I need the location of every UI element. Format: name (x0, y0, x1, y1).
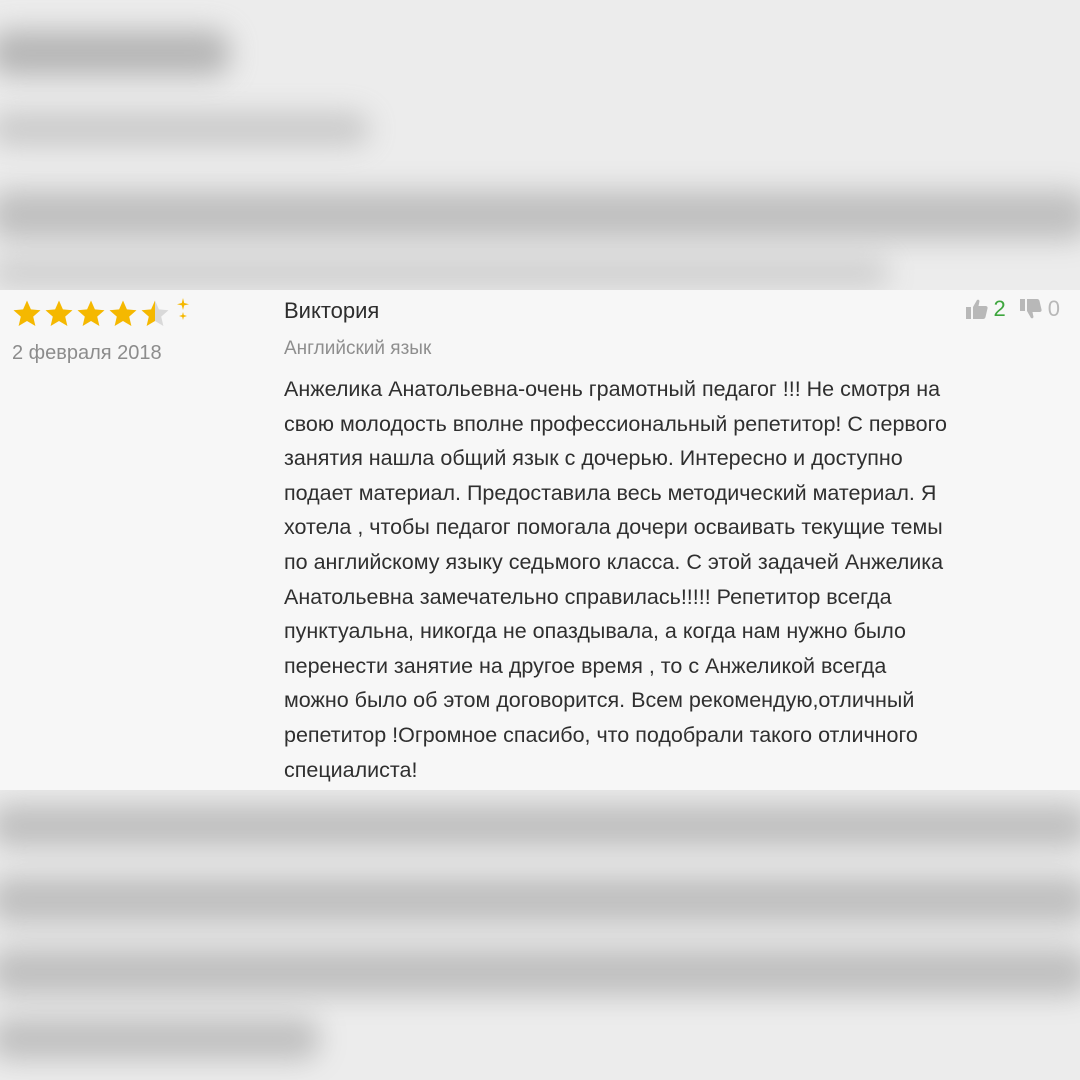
sparkle-icon (176, 298, 190, 322)
rating-stars (12, 296, 172, 332)
review-text-line: занятия нашла общий язык с дочерью. Инте… (284, 446, 903, 471)
star-icon (108, 299, 138, 329)
review-text: Анжелика Анатольевна-очень грамотный пед… (284, 372, 1070, 787)
thumbs-down-icon (1019, 299, 1042, 319)
blurred-next-content (0, 790, 1080, 1080)
review-text-line: подает материал. Предоставила весь метод… (284, 480, 937, 505)
likes-count: 2 (993, 296, 1006, 321)
vote-controls: 2 0 (958, 296, 1060, 322)
like-button[interactable]: 2 (965, 296, 1006, 322)
review-text-line: по английскому языку седьмого класса. С … (284, 549, 944, 574)
page: 2 февраля 2018 Виктория Английский язык … (0, 0, 1080, 1080)
review-text-line: Анатольевна замечательно справилась!!!!!… (284, 584, 892, 609)
review-text-line: свою молодость вполне профессиональный р… (284, 411, 947, 436)
review-text-line: можно было об этом договорится. Всем рек… (284, 688, 915, 713)
review-author: Виктория (284, 298, 380, 323)
review-text-line: пунктуальна, никогда не опаздывала, а ко… (284, 619, 906, 644)
star-icon (12, 299, 42, 329)
star-icon (76, 299, 106, 329)
half-star-icon (140, 299, 170, 329)
review-text-line: специалиста! (284, 757, 418, 782)
thumbs-up-icon (965, 299, 988, 319)
dislike-button[interactable]: 0 (1019, 296, 1060, 322)
review-date: 2 февраля 2018 (12, 342, 162, 364)
star-icon (44, 299, 74, 329)
review-text-line: репетитор !Огромное спасибо, что подобра… (284, 722, 918, 747)
blurred-previous-review (0, 0, 1080, 290)
review-text-line: Анжелика Анатольевна-очень грамотный пед… (284, 377, 941, 401)
dislikes-count: 0 (1047, 296, 1060, 321)
review-text-line: хотела , чтобы педагог помогала дочери о… (284, 515, 943, 540)
review-text-line: перенести занятие на другое время , то с… (284, 653, 887, 678)
review-subject: Английский язык (284, 338, 432, 359)
